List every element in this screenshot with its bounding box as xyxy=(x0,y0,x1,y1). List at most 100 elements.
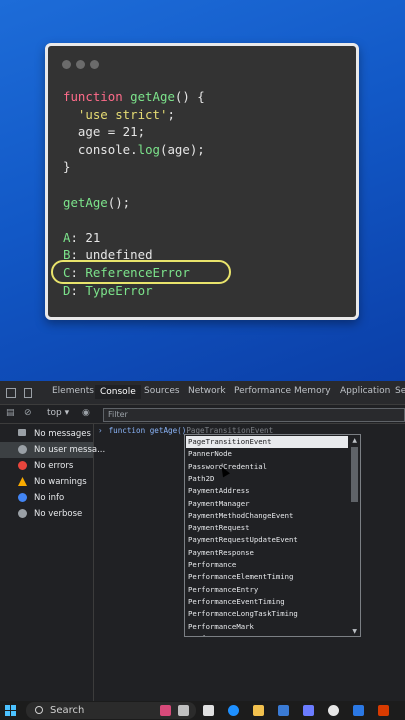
tab-more[interactable]: Se xyxy=(395,386,405,396)
code-line: } xyxy=(63,158,205,176)
window-dots xyxy=(62,60,99,69)
vscode-icon[interactable] xyxy=(353,705,364,716)
code-token: age = 21; xyxy=(63,124,146,140)
taskbar-widget-icon[interactable] xyxy=(160,705,171,716)
list-icon xyxy=(18,429,26,436)
code-line xyxy=(63,211,205,229)
scrollbar-thumb[interactable] xyxy=(351,447,358,502)
autocomplete-item[interactable]: PaymentRequestUpdateEvent xyxy=(188,534,298,546)
autocomplete-item[interactable]: PerformanceElementTiming xyxy=(188,571,293,583)
autocomplete-item[interactable]: PaymentAddress xyxy=(188,485,250,497)
code-token: getAge xyxy=(130,89,175,104)
sidebar-item-warnings[interactable]: No warnings xyxy=(0,474,93,490)
store-icon[interactable] xyxy=(278,705,289,716)
inspect-icon[interactable] xyxy=(6,388,16,398)
autocomplete-item[interactable]: PaymentMethodChangeEvent xyxy=(188,510,293,522)
tab-elements[interactable]: Elements xyxy=(52,386,94,396)
code-token: : xyxy=(70,282,86,298)
autocomplete-item[interactable]: PerformanceEntry xyxy=(188,584,258,596)
app-icon[interactable] xyxy=(303,705,314,716)
sidebar-item-label: No messages xyxy=(34,429,91,439)
autocomplete-item[interactable]: PerformanceEventTiming xyxy=(188,596,285,608)
devtools-tab-bar: Elements Console Sources Network Perform… xyxy=(0,381,405,405)
scroll-up-icon[interactable]: ▲ xyxy=(352,437,357,444)
code-token: } xyxy=(63,159,71,175)
info-icon xyxy=(18,493,27,502)
code-line: A: 21 xyxy=(63,229,205,247)
clear-console-icon[interactable]: ⊘ xyxy=(24,408,32,418)
code-token: (); xyxy=(107,194,131,210)
scroll-down-icon[interactable]: ▼ xyxy=(352,628,357,635)
autocomplete-item[interactable]: PerformanceMeasure xyxy=(188,633,267,636)
devtools-panel: Elements Console Sources Network Perform… xyxy=(0,381,405,701)
answer-highlight xyxy=(51,260,231,284)
eye-icon[interactable]: ◉ xyxy=(82,408,90,418)
code-token: getAge xyxy=(63,194,108,210)
code-token: function xyxy=(63,89,131,104)
code-card: function getAge() { 'use strict'; age = … xyxy=(45,43,359,320)
windows-taskbar: Search xyxy=(0,701,405,720)
sidebar-item-info[interactable]: No info xyxy=(0,490,93,506)
console-input[interactable]: function getAge() xyxy=(109,426,187,435)
autocomplete-item[interactable]: PaymentRequest xyxy=(188,522,250,534)
code-token: 'use strict' xyxy=(77,106,168,122)
tab-network[interactable]: Network xyxy=(188,386,226,396)
sidebar-toggle-icon[interactable]: ▤ xyxy=(6,408,15,418)
filter-input[interactable]: Filter xyxy=(103,408,405,422)
context-label: top xyxy=(47,408,62,418)
autocomplete-item[interactable]: PaymentManager xyxy=(188,498,250,510)
code-line xyxy=(63,176,205,194)
code-line: age = 21; xyxy=(63,123,205,141)
code-token: () { xyxy=(174,89,205,104)
windows-start-icon[interactable] xyxy=(5,705,16,716)
tab-memory[interactable]: Memory xyxy=(294,386,331,396)
task-view-icon[interactable] xyxy=(203,705,214,716)
tab-application[interactable]: Application xyxy=(340,386,390,396)
file-explorer-icon[interactable] xyxy=(253,705,264,716)
sidebar-item-label: No warnings xyxy=(34,477,87,487)
code-token: TypeError xyxy=(85,282,153,298)
tab-console[interactable]: Console xyxy=(95,385,141,399)
console-toolbar: ▤ ⊘ top ▾ ◉ Filter xyxy=(0,405,405,424)
console-sidebar: No messages No user messa... No errors N… xyxy=(0,424,105,701)
code-token: (age); xyxy=(160,141,205,157)
code-token: console. xyxy=(63,141,138,157)
search-icon xyxy=(35,706,43,714)
app-icon[interactable] xyxy=(378,705,389,716)
autocomplete-item[interactable]: Performance xyxy=(188,559,236,571)
sidebar-item-label: No user messa... xyxy=(34,445,106,455)
sidebar-item-user-messages[interactable]: No user messa... xyxy=(0,442,105,458)
user-icon xyxy=(18,445,27,454)
code-line: 'use strict'; xyxy=(63,106,205,124)
sidebar-item-messages[interactable]: No messages xyxy=(0,426,93,442)
dot-icon xyxy=(62,60,71,69)
tab-sources[interactable]: Sources xyxy=(144,386,180,396)
edge-icon[interactable] xyxy=(228,705,239,716)
error-icon xyxy=(18,461,27,470)
chrome-icon[interactable] xyxy=(328,705,339,716)
autocomplete-item[interactable]: PageTransitionEvent xyxy=(186,436,348,448)
search-label: Search xyxy=(50,705,85,716)
sidebar-item-verbose[interactable]: No verbose xyxy=(0,506,93,522)
autocomplete-item[interactable]: PannerNode xyxy=(188,448,232,460)
code-token: log xyxy=(137,141,160,157)
code-line: D: TypeError xyxy=(63,282,205,300)
prompt-caret-icon: › xyxy=(98,426,103,435)
autocomplete-item[interactable]: PerformanceLongTaskTiming xyxy=(188,608,298,620)
taskbar-widget-icon[interactable] xyxy=(178,705,189,716)
autocomplete-item[interactable]: Path2D xyxy=(188,473,214,485)
code-token: ; xyxy=(167,106,175,122)
dot-icon xyxy=(90,60,99,69)
sidebar-item-errors[interactable]: No errors xyxy=(0,458,93,474)
warning-icon xyxy=(18,477,27,486)
autocomplete-item[interactable]: PaymentResponse xyxy=(188,547,254,559)
autocomplete-list[interactable]: ▲ ▼ PageTransitionEvent PannerNode Passwor… xyxy=(184,434,361,637)
device-toolbar-icon[interactable] xyxy=(24,388,32,398)
autocomplete-item[interactable]: PerformanceMark xyxy=(188,621,254,633)
context-selector[interactable]: top ▾ xyxy=(47,408,69,418)
tab-performance[interactable]: Performance xyxy=(234,386,291,396)
sidebar-item-label: No info xyxy=(34,493,65,503)
